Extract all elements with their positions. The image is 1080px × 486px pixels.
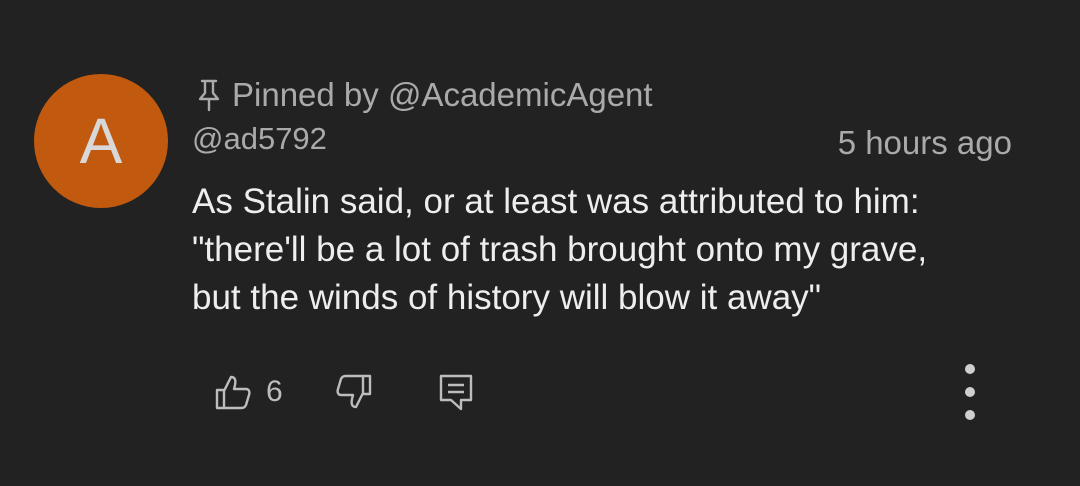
author-handle[interactable]: @ad5792 (192, 121, 327, 157)
thumbs-up-icon (215, 375, 251, 410)
thumbs-down-icon (336, 374, 371, 409)
pinned-label: Pinned by @AcademicAgent (196, 75, 653, 115)
comment-timestamp: 5 hours ago (837, 124, 1012, 161)
comment-actions: 6 (214, 370, 475, 414)
reply-button[interactable] (437, 372, 475, 412)
pinned-text: Pinned by @AcademicAgent (232, 76, 653, 113)
comment-body-line: As Stalin said, or at least was attribut… (192, 182, 920, 221)
pin-icon (198, 79, 220, 112)
comment-body-line: but the winds of history will blow it aw… (192, 278, 822, 317)
avatar-letter: A (79, 105, 123, 177)
avatar[interactable]: A (34, 74, 168, 208)
more-vertical-icon (965, 364, 975, 374)
more-options-button[interactable] (958, 364, 982, 420)
comment-card: A Pinned by @AcademicAgent @ad5792 5 hou… (0, 0, 1080, 486)
like-count: 6 (266, 375, 283, 408)
comment-body: As Stalin said, or at least was attribut… (192, 178, 1032, 322)
more-vertical-icon-dot (965, 387, 975, 397)
like-button[interactable] (214, 373, 252, 411)
comment-body-line: "there'll be a lot of trash brought onto… (192, 230, 928, 269)
more-vertical-icon-dot (965, 410, 975, 420)
reply-comment-icon (439, 374, 472, 411)
dislike-button[interactable] (335, 373, 373, 411)
